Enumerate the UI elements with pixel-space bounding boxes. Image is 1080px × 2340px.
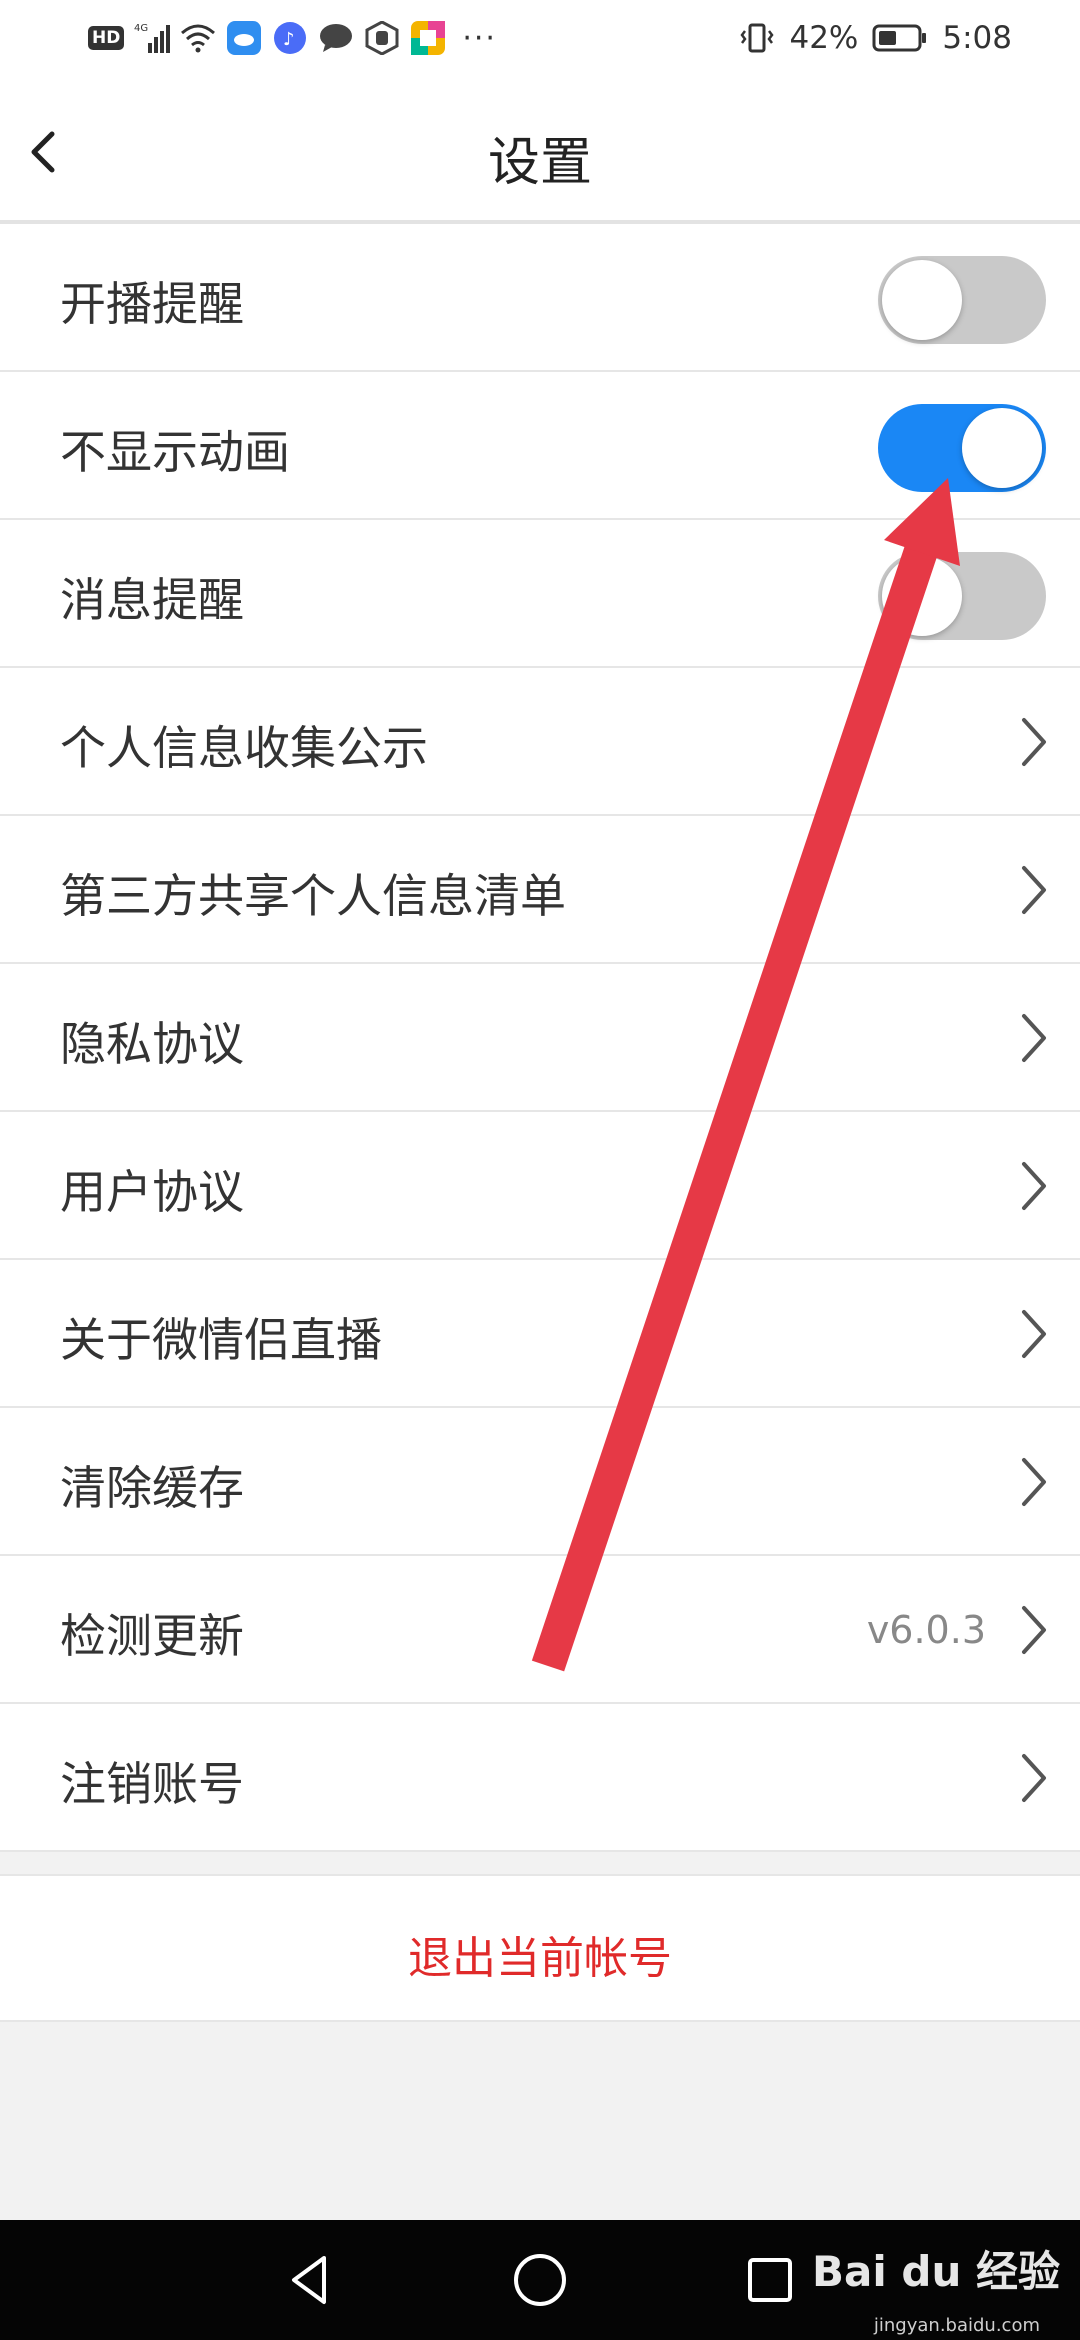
settings-row-third-party-sharing[interactable]: 第三方共享个人信息清单 xyxy=(0,816,1080,964)
settings-row-check-update[interactable]: 检测更新 v6.0.3 xyxy=(0,1556,1080,1704)
battery-percent: 42% xyxy=(789,20,859,56)
chevron-right-icon xyxy=(1022,1310,1046,1358)
nav-back-icon[interactable] xyxy=(280,2250,340,2310)
row-label: 注销账号 xyxy=(60,1757,244,1811)
status-left: HD 4G ♪ ··· xyxy=(88,20,497,56)
settings-row-personal-info-disclosure[interactable]: 个人信息收集公示 xyxy=(0,668,1080,816)
svg-text:♪: ♪ xyxy=(283,29,295,50)
wifi-icon xyxy=(180,20,216,56)
chevron-right-icon xyxy=(1022,1014,1046,1062)
row-label: 不显示动画 xyxy=(60,425,290,479)
music-app-icon: ♪ xyxy=(272,20,308,56)
settings-row-message-reminder: 消息提醒 xyxy=(0,520,1080,668)
hand-app-icon xyxy=(364,20,400,56)
chevron-right-icon xyxy=(1022,1162,1046,1210)
settings-list: 开播提醒 不显示动画 消息提醒 个人信息收集公示 第三方共享个人信息清单 隐私协… xyxy=(0,224,1080,1852)
watermark-logo: Bai du 经验 xyxy=(812,2247,1060,2296)
chevron-right-icon xyxy=(1022,718,1046,766)
row-label: 隐私协议 xyxy=(60,1017,244,1071)
settings-row-privacy-policy[interactable]: 隐私协议 xyxy=(0,964,1080,1112)
chevron-right-icon xyxy=(1022,866,1046,914)
page-title: 设置 xyxy=(487,133,592,193)
row-label: 关于微情侣直播 xyxy=(60,1313,382,1367)
settings-row-clear-cache[interactable]: 清除缓存 xyxy=(0,1408,1080,1556)
settings-row-user-agreement[interactable]: 用户协议 xyxy=(0,1112,1080,1260)
app-header: 设置 xyxy=(0,80,1080,224)
nav-recents-icon[interactable] xyxy=(740,2250,800,2310)
toggle-knob xyxy=(962,408,1042,488)
colorful-app-icon xyxy=(410,20,446,56)
logout-label: 退出当前帐号 xyxy=(408,1933,672,1984)
row-label: 用户协议 xyxy=(60,1165,244,1219)
status-bar: HD 4G ♪ ··· 42% 5:08 xyxy=(0,0,1080,80)
live-reminder-toggle[interactable] xyxy=(878,256,1046,344)
row-label: 检测更新 xyxy=(60,1609,244,1663)
toggle-knob xyxy=(882,556,962,636)
hd-badge: HD xyxy=(88,26,125,50)
version-value: v6.0.3 xyxy=(866,1608,986,1652)
nav-home-icon[interactable] xyxy=(510,2250,570,2310)
hide-animation-toggle[interactable] xyxy=(878,404,1046,492)
row-label: 清除缓存 xyxy=(60,1461,244,1515)
vibrate-icon xyxy=(739,20,775,56)
battery-icon xyxy=(872,20,928,56)
chevron-right-icon xyxy=(1022,1754,1046,1802)
message-app-icon xyxy=(318,20,354,56)
chevron-right-icon xyxy=(1022,1458,1046,1506)
signal-icon: 4G xyxy=(134,20,171,56)
system-nav-bar: Bai du 经验 jingyan.baidu.com xyxy=(0,2220,1080,2340)
watermark-url: jingyan.baidu.com xyxy=(873,2315,1040,2336)
more-notifications-icon: ··· xyxy=(462,20,497,56)
settings-row-delete-account[interactable]: 注销账号 xyxy=(0,1704,1080,1852)
chevron-right-icon xyxy=(1022,1606,1046,1654)
message-reminder-toggle[interactable] xyxy=(878,552,1046,640)
cloud-app-icon xyxy=(226,20,262,56)
row-label: 个人信息收集公示 xyxy=(60,721,428,775)
row-label: 第三方共享个人信息清单 xyxy=(60,869,566,923)
settings-row-about[interactable]: 关于微情侣直播 xyxy=(0,1260,1080,1408)
row-label: 消息提醒 xyxy=(60,573,244,627)
network-label: 4G xyxy=(134,23,148,34)
settings-row-hide-animation: 不显示动画 xyxy=(0,372,1080,520)
settings-row-live-reminder: 开播提醒 xyxy=(0,224,1080,372)
status-right: 42% 5:08 xyxy=(739,20,1012,56)
row-label: 开播提醒 xyxy=(60,277,244,331)
toggle-knob xyxy=(882,260,962,340)
clock: 5:08 xyxy=(942,20,1012,56)
settings-screen: HD 4G ♪ ··· 42% 5:08 设置 开播提醒 不显示动画 消息提醒 … xyxy=(0,0,1080,2340)
logout-button[interactable]: 退出当前帐号 xyxy=(0,1874,1080,2022)
